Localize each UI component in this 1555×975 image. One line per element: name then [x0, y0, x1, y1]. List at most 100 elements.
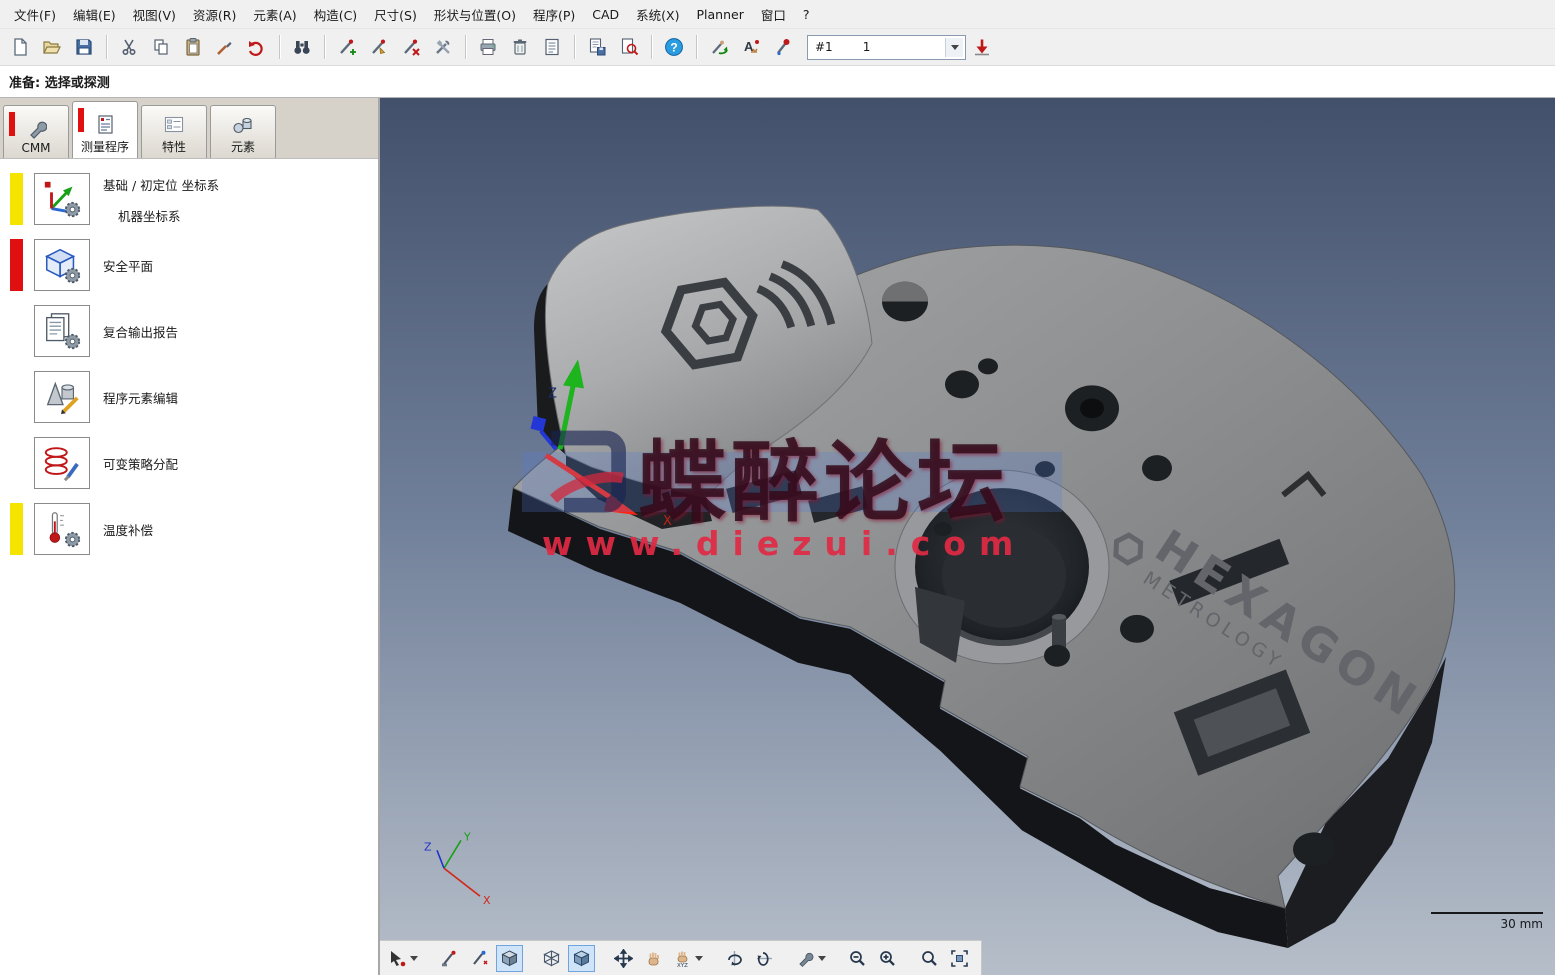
thermometer-icon [41, 508, 83, 550]
help-button[interactable]: ? [659, 32, 689, 62]
report-button[interactable] [537, 32, 567, 62]
undo-button[interactable] [242, 32, 272, 62]
fit-view-button[interactable] [946, 945, 973, 972]
list-item-variable-strategy[interactable]: 可变策略分配 [0, 437, 378, 489]
tab-measurement-program[interactable]: 测量程序 [72, 101, 138, 158]
pan-view-button[interactable] [640, 945, 667, 972]
find-button[interactable] [287, 32, 317, 62]
probe-change-button[interactable] [704, 32, 734, 62]
clipboard-icon [183, 37, 203, 57]
toolbar-separator [106, 35, 107, 59]
document-search-icon [619, 37, 639, 57]
view-options-button[interactable] [793, 944, 829, 973]
menu-item-window[interactable]: 窗口 [753, 1, 794, 28]
menu-item-edit[interactable]: 编辑(E) [65, 1, 124, 28]
save-file-button[interactable] [69, 32, 99, 62]
strategy-rings-icon [41, 442, 83, 484]
probe-qualify-icon [773, 37, 793, 57]
shaded-view-button[interactable] [568, 945, 595, 972]
chevron-down-icon[interactable] [818, 956, 826, 961]
wrench-icon [25, 117, 47, 139]
program-element-edit-button[interactable] [34, 371, 90, 423]
report-icon [542, 37, 562, 57]
program-status-bar-red [78, 108, 84, 132]
probe-points-button[interactable] [466, 945, 493, 972]
menu-item-program[interactable]: 程序(P) [525, 1, 583, 28]
shaded-cube-icon [572, 949, 591, 968]
list-item-base-alignment[interactable]: 基础 / 初定位 坐标系 机器坐标系 [0, 173, 378, 225]
menu-item-cad[interactable]: CAD [584, 3, 627, 26]
probe-display-button[interactable] [436, 945, 463, 972]
open-file-button[interactable] [37, 32, 67, 62]
select-mode-button[interactable] [385, 944, 421, 973]
document-search-button[interactable] [614, 32, 644, 62]
delete-button[interactable] [505, 32, 535, 62]
menu-item-form-position[interactable]: 形状与位置(O) [426, 1, 524, 28]
chevron-down-icon[interactable] [945, 38, 963, 57]
menu-item-view[interactable]: 视图(V) [125, 1, 184, 28]
zoom-in-button[interactable] [874, 945, 901, 972]
translate-view-button[interactable] [610, 945, 637, 972]
list-item-temperature-compensation[interactable]: 温度补偿 [0, 503, 378, 555]
report-stack-icon [41, 310, 83, 352]
program-number-combo[interactable]: #1 1 [807, 35, 966, 60]
menu-item-resources[interactable]: 资源(R) [185, 1, 244, 28]
cut-button[interactable] [114, 32, 144, 62]
list-item-safety-plane[interactable]: 安全平面 [0, 239, 378, 291]
format-brush-button[interactable] [210, 32, 240, 62]
paste-button[interactable] [178, 32, 208, 62]
menu-item-help[interactable]: ? [795, 3, 818, 26]
copy-button[interactable] [146, 32, 176, 62]
chevron-down-icon[interactable] [695, 956, 703, 961]
menu-item-file[interactable]: 文件(F) [6, 1, 64, 28]
toolbar-separator [696, 35, 697, 59]
tab-features[interactable]: 元素 [210, 105, 276, 158]
probe-delete-button[interactable] [396, 32, 426, 62]
zoom-out-button[interactable] [844, 945, 871, 972]
probe-edit-button[interactable] [364, 32, 394, 62]
features-icon [232, 114, 254, 136]
new-file-icon [10, 37, 30, 57]
probe-add-button[interactable] [332, 32, 362, 62]
temperature-compensation-button[interactable] [34, 503, 90, 555]
probe-delete-icon [401, 37, 421, 57]
item-sublabel[interactable]: 机器坐标系 [118, 206, 219, 225]
run-program-button[interactable] [967, 32, 997, 62]
probe-tools-button[interactable] [428, 32, 458, 62]
variable-strategy-button[interactable] [34, 437, 90, 489]
menu-item-construction[interactable]: 构造(C) [306, 1, 365, 28]
tab-cmm[interactable]: CMM [3, 105, 69, 158]
print-button[interactable] [473, 32, 503, 62]
binoculars-icon [292, 37, 312, 57]
printer-icon [478, 37, 498, 57]
menu-item-system[interactable]: 系统(X) [628, 1, 687, 28]
output-report-button[interactable] [34, 305, 90, 357]
pan-xyz-button[interactable]: XYZ [670, 944, 706, 973]
tab-characteristics[interactable]: 特性 [141, 105, 207, 158]
transparent-view-button[interactable] [538, 945, 565, 972]
tab-label: 元素 [231, 138, 255, 155]
list-item-output-report[interactable]: 复合输出报告 [0, 305, 378, 357]
export-report-button[interactable] [582, 32, 612, 62]
brush-icon [215, 37, 235, 57]
chevron-down-icon[interactable] [410, 956, 418, 961]
viewport-3d[interactable]: HEXAGON METROLOGY Z X Y [380, 98, 1555, 975]
menu-item-planner[interactable]: Planner [689, 3, 752, 26]
new-file-button[interactable] [5, 32, 35, 62]
rotate-view-button[interactable] [721, 945, 748, 972]
main-toolbar: ? A #1 1 [0, 28, 1555, 65]
menu-item-features[interactable]: 元素(A) [245, 1, 304, 28]
safety-plane-button[interactable] [34, 239, 90, 291]
zoom-window-button[interactable] [916, 945, 943, 972]
auto-feature-button[interactable]: A [736, 32, 766, 62]
rotate-axis-button[interactable] [751, 945, 778, 972]
probe-qualify-button[interactable] [768, 32, 798, 62]
probe-points-icon [470, 949, 489, 968]
hand-icon [644, 949, 663, 968]
solid-view-button[interactable] [496, 945, 523, 972]
item-label: 程序元素编辑 [103, 388, 178, 407]
part-axis-x-label: X [663, 514, 672, 529]
menu-item-size[interactable]: 尺寸(S) [366, 1, 425, 28]
list-item-program-element-edit[interactable]: 程序元素编辑 [0, 371, 378, 423]
base-alignment-button[interactable] [34, 173, 90, 225]
